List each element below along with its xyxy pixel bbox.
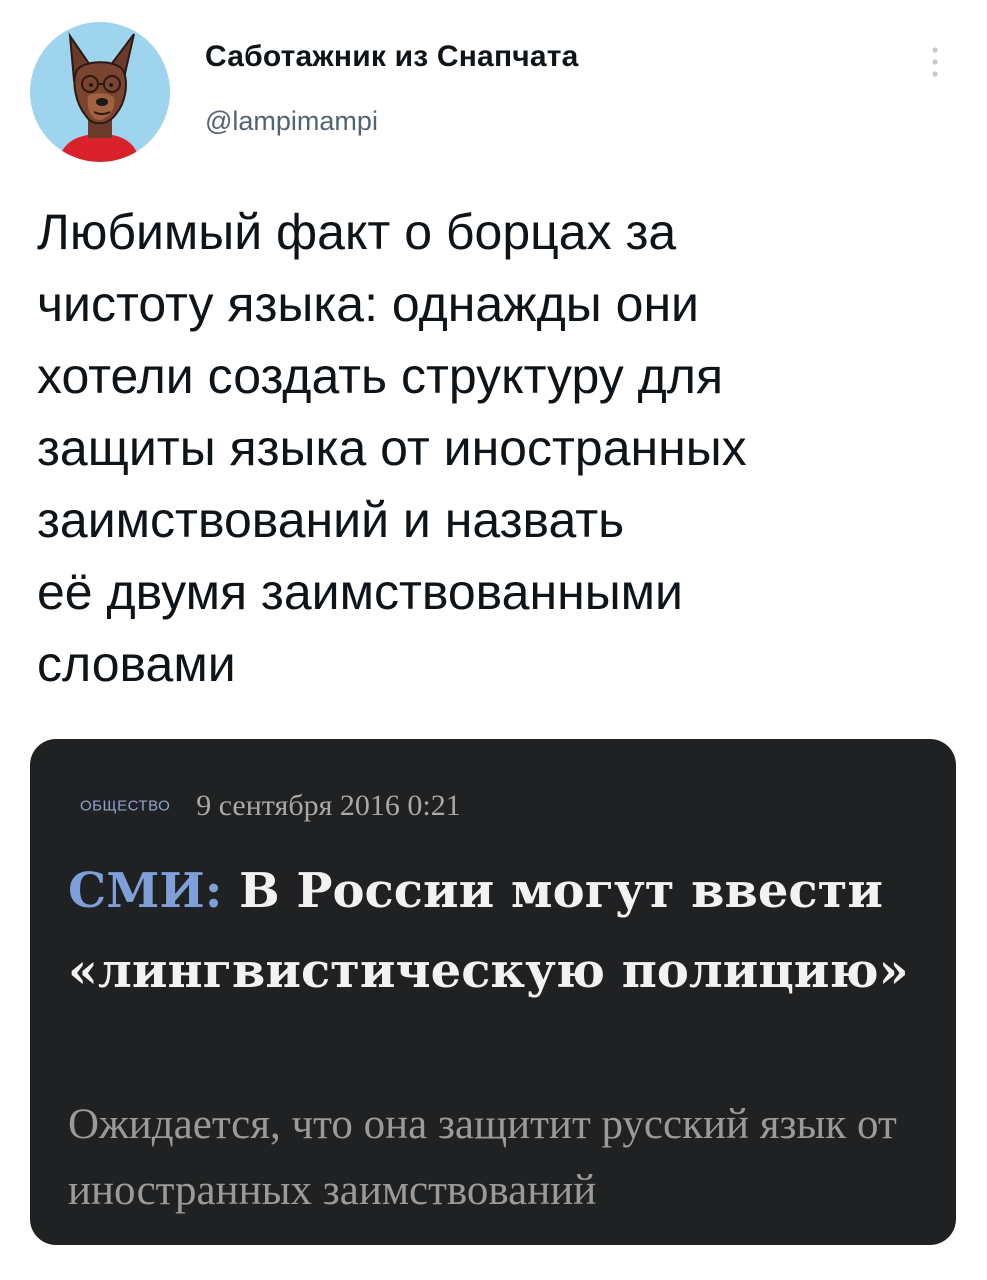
news-meta-row: ОБЩЕСТВО 9 сентября 2016 0:21 bbox=[80, 789, 461, 823]
author-handle[interactable]: @lampimampi bbox=[205, 106, 378, 137]
news-lead: Ожидается, что она защитит русский язык … bbox=[68, 1101, 897, 1214]
news-headline: СМИ: В России могут ввести «лингвистичес… bbox=[68, 851, 938, 1011]
news-headline-source: СМИ: bbox=[68, 863, 223, 919]
author-avatar[interactable] bbox=[30, 22, 170, 162]
more-options-button[interactable] bbox=[915, 42, 955, 82]
tweet-text: Любимый факт о борцах за чистоту языка: … bbox=[37, 204, 747, 692]
more-vertical-icon bbox=[932, 47, 938, 77]
news-card-image[interactable]: ОБЩЕСТВО 9 сентября 2016 0:21 СМИ: В Росс… bbox=[30, 739, 956, 1245]
author-display-name[interactable]: Саботажник из Снапчата bbox=[205, 40, 579, 74]
news-date: 9 сентября 2016 0:21 bbox=[196, 789, 461, 822]
dog-avatar-icon bbox=[30, 22, 170, 162]
news-rubric: ОБЩЕСТВО bbox=[80, 797, 171, 815]
